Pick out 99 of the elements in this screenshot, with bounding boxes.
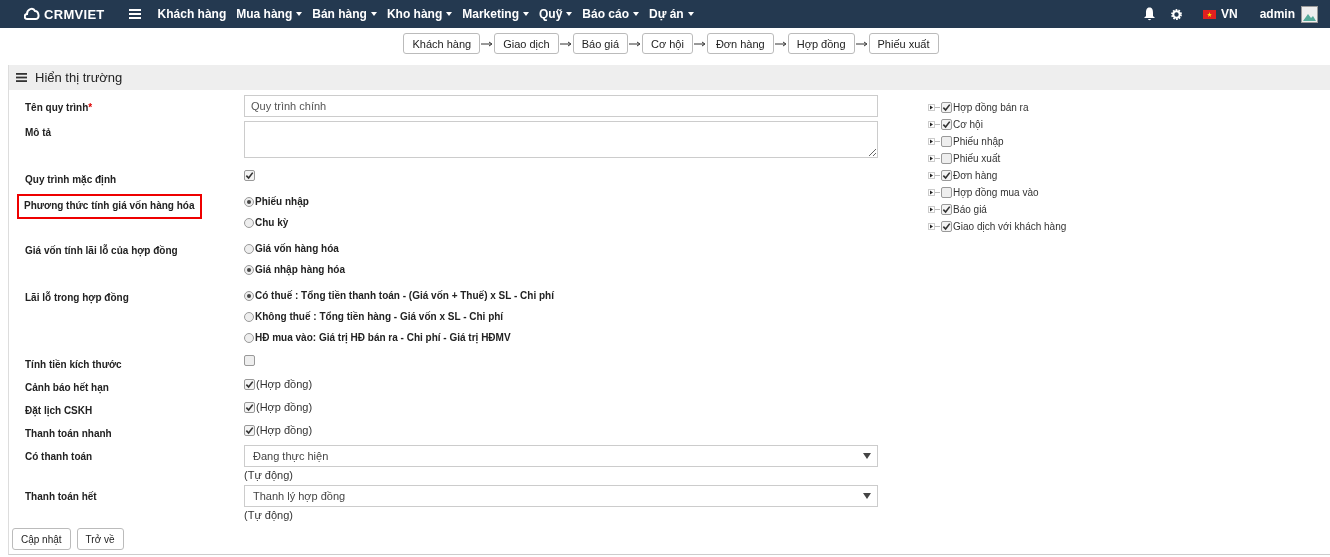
step-button[interactable]: Hợp đồng bbox=[787, 33, 855, 54]
arrow-icon bbox=[693, 40, 706, 47]
menu-item[interactable]: Khách hàng bbox=[157, 7, 227, 21]
tree-item[interactable]: Hợp đồng mua vào bbox=[953, 187, 1039, 198]
logo-text[interactable]: CRMVIET bbox=[44, 6, 105, 22]
arrow-icon bbox=[774, 40, 787, 47]
radio-button[interactable] bbox=[244, 243, 254, 254]
checkbox[interactable] bbox=[941, 221, 952, 232]
tree-item[interactable]: Báo giá bbox=[953, 204, 987, 215]
radio-button[interactable] bbox=[244, 332, 254, 343]
checkbox-label: (Hợp đồng) bbox=[256, 424, 313, 436]
radio-button[interactable] bbox=[244, 217, 254, 228]
checkbox[interactable] bbox=[941, 187, 952, 198]
field-label: Lãi lỗ trong hợp đồng bbox=[25, 292, 129, 303]
avatar-icon[interactable] bbox=[1301, 5, 1318, 23]
field-label: Tính tiền kích thước bbox=[25, 359, 122, 370]
cloud-icon bbox=[24, 7, 40, 21]
checkbox[interactable] bbox=[941, 204, 952, 215]
checkbox[interactable] bbox=[941, 119, 952, 130]
field-label: Thanh toán nhanh bbox=[25, 428, 112, 439]
checkbox[interactable] bbox=[244, 355, 255, 366]
expand-icon[interactable] bbox=[928, 189, 941, 196]
step-button[interactable]: Đơn hàng bbox=[706, 33, 774, 54]
radio-label: Không thuế : Tổng tiền hàng - Giá vốn x SL - Chi phí bbox=[255, 311, 504, 322]
expand-icon[interactable] bbox=[928, 104, 941, 111]
expand-icon[interactable] bbox=[928, 121, 941, 128]
checkbox[interactable] bbox=[941, 170, 952, 181]
field-label: Có thanh toán bbox=[25, 451, 93, 462]
field-label: Mô tả bbox=[25, 127, 52, 138]
panel-title: Hiển thị trường bbox=[35, 70, 123, 85]
expand-icon[interactable] bbox=[928, 138, 941, 145]
field-label: Cảnh báo hết hạn bbox=[25, 382, 109, 393]
menu-icon[interactable] bbox=[128, 9, 141, 19]
step-button[interactable]: Khách hàng bbox=[403, 33, 481, 54]
flag-icon bbox=[1203, 9, 1216, 19]
field-label: Thanh toán hết bbox=[25, 491, 97, 502]
tree-item[interactable]: Giao dịch với khách hàng bbox=[953, 221, 1067, 232]
checkbox-label: (Hợp đồng) bbox=[256, 378, 313, 390]
menu-item[interactable]: Dự án bbox=[649, 7, 694, 21]
checkbox-label: (Hợp đồng) bbox=[256, 401, 313, 413]
radio-label: Giá vốn hàng hóa bbox=[255, 243, 339, 254]
arrow-icon bbox=[855, 40, 868, 47]
field-label: Quy trình mặc định bbox=[25, 174, 117, 185]
tree-item[interactable]: Hợp đồng bán ra bbox=[953, 102, 1029, 113]
field-note: (Tự động) bbox=[244, 469, 293, 481]
checkbox[interactable] bbox=[244, 401, 255, 413]
menu-item[interactable]: Bán hàng bbox=[312, 7, 377, 21]
radio-button[interactable] bbox=[244, 264, 254, 275]
settings-icon[interactable] bbox=[1170, 7, 1183, 21]
arrow-icon bbox=[559, 40, 572, 47]
radio-button[interactable] bbox=[244, 311, 254, 322]
language-label[interactable]: VN bbox=[1221, 7, 1238, 21]
select-field[interactable]: Đang thực hiện bbox=[244, 445, 878, 467]
radio-button[interactable] bbox=[244, 196, 254, 207]
radio-button[interactable] bbox=[244, 290, 254, 301]
menu-item[interactable]: Mua hàng bbox=[236, 7, 303, 21]
step-button[interactable]: Giao dịch bbox=[494, 33, 559, 54]
checkbox[interactable] bbox=[941, 136, 952, 147]
expand-icon[interactable] bbox=[928, 155, 941, 162]
menu-item[interactable]: Marketing bbox=[462, 7, 529, 21]
menu-icon bbox=[16, 73, 27, 82]
radio-label: Chu kỳ bbox=[255, 217, 289, 228]
tree-item[interactable]: Phiếu xuất bbox=[953, 153, 1001, 164]
checkbox[interactable] bbox=[244, 378, 255, 390]
expand-icon[interactable] bbox=[928, 206, 941, 213]
user-name[interactable]: admin bbox=[1259, 7, 1295, 21]
expand-icon[interactable] bbox=[928, 172, 941, 179]
tree-item[interactable]: Đơn hàng bbox=[953, 170, 998, 181]
field-label: Tên quy trình* bbox=[25, 102, 93, 113]
radio-label: HĐ mua vào: Giá trị HĐ bán ra - Chi phí - Giá trị HĐMV bbox=[255, 332, 511, 343]
menu-item[interactable]: Kho hàng bbox=[386, 7, 453, 21]
tree-item[interactable]: Cơ hội bbox=[953, 119, 983, 130]
arrow-icon bbox=[481, 40, 494, 47]
form-button[interactable]: Cập nhật bbox=[12, 528, 71, 550]
checkbox[interactable] bbox=[244, 424, 255, 436]
step-button[interactable]: Báo giá bbox=[572, 33, 628, 54]
dropdown-arrow-icon bbox=[863, 453, 871, 459]
radio-label: Phiếu nhập bbox=[255, 196, 309, 207]
dropdown-arrow-icon bbox=[863, 493, 871, 499]
input-field[interactable]: Quy trình chính bbox=[244, 95, 878, 117]
checkbox[interactable] bbox=[941, 102, 952, 113]
arrow-icon bbox=[629, 40, 641, 47]
expand-icon[interactable] bbox=[928, 223, 941, 230]
field-note: (Tự động) bbox=[244, 509, 293, 521]
checkbox[interactable] bbox=[244, 170, 255, 181]
select-field[interactable]: Thanh lý hợp đồng bbox=[244, 485, 878, 507]
form-button[interactable]: Trở về bbox=[76, 528, 124, 550]
step-button[interactable]: Phiếu xuất bbox=[868, 33, 939, 54]
menu-item[interactable]: Quỹ bbox=[538, 7, 573, 21]
field-label: Giá vốn tính lãi lỗ của hợp đồng bbox=[25, 245, 178, 256]
radio-label: Giá nhập hàng hóa bbox=[255, 264, 345, 275]
menu-item[interactable]: Báo cáo bbox=[582, 7, 639, 21]
step-button[interactable]: Cơ hội bbox=[642, 33, 693, 54]
radio-label: Có thuế : Tổng tiền thanh toán - (Giá vốn + Thuế) x SL - Chi phí bbox=[255, 290, 554, 301]
field-label: Phương thức tính giá vốn hàng hóa bbox=[19, 196, 201, 217]
checkbox[interactable] bbox=[941, 153, 952, 164]
field-label: Đặt lịch CSKH bbox=[25, 405, 93, 416]
bell-icon[interactable] bbox=[1143, 7, 1156, 21]
tree-item[interactable]: Phiếu nhập bbox=[953, 136, 1004, 147]
